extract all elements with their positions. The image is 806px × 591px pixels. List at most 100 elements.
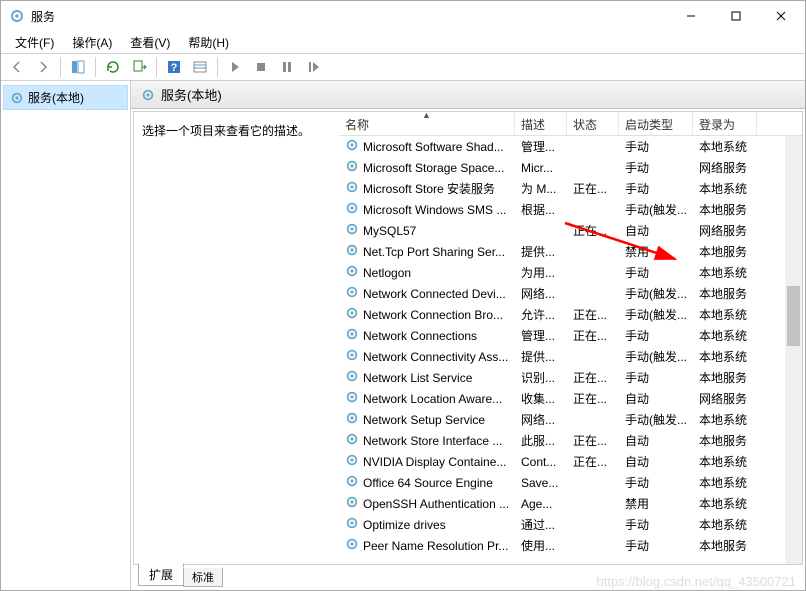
stop-service-button[interactable] xyxy=(249,55,273,79)
cell-name: Microsoft Storage Space... xyxy=(339,159,515,176)
cell-startup: 手动 xyxy=(619,138,693,155)
gear-icon xyxy=(345,495,359,512)
gear-icon xyxy=(345,432,359,449)
cell-desc: 提供... xyxy=(515,348,567,365)
table-row[interactable]: Network Connected Devi...网络...手动(触发...本地… xyxy=(339,283,802,304)
col-logon[interactable]: 登录为 xyxy=(693,112,757,135)
cell-status: 正在... xyxy=(567,390,619,407)
close-button[interactable] xyxy=(758,1,803,31)
service-name: Network Connection Bro... xyxy=(363,308,503,322)
menu-file[interactable]: 文件(F) xyxy=(7,32,62,53)
tab-standard[interactable]: 标准 xyxy=(183,567,223,587)
cell-status: 正在... xyxy=(567,453,619,470)
table-row[interactable]: OpenSSH Authentication ...Age...禁用本地系统 xyxy=(339,493,802,514)
description-panel: 选择一个项目来查看它的描述。 xyxy=(134,112,339,564)
cell-logon: 本地系统 xyxy=(693,264,757,281)
cell-desc: 允许... xyxy=(515,306,567,323)
table-row[interactable]: Peer Name Resolution Pr...使用...手动本地服务 xyxy=(339,535,802,556)
service-name: Optimize drives xyxy=(363,518,446,532)
table-row[interactable]: Network Connections管理...正在...手动本地系统 xyxy=(339,325,802,346)
gear-icon xyxy=(345,516,359,533)
menu-view[interactable]: 查看(V) xyxy=(122,32,178,53)
cell-startup: 手动(触发... xyxy=(619,201,693,218)
cell-desc: 为用... xyxy=(515,264,567,281)
table-row[interactable]: Netlogon为用...手动本地系统 xyxy=(339,262,802,283)
service-name: MySQL57 xyxy=(363,224,416,238)
toolbar: ? xyxy=(1,53,805,81)
table-row[interactable]: MySQL57正在...自动网络服务 xyxy=(339,220,802,241)
vertical-scrollbar[interactable] xyxy=(785,136,802,564)
gear-icon xyxy=(345,264,359,281)
service-rows[interactable]: Microsoft Software Shad...管理...手动本地系统Mic… xyxy=(339,136,802,564)
table-row[interactable]: Microsoft Windows SMS ...根据...手动(触发...本地… xyxy=(339,199,802,220)
cell-name: Network Connections xyxy=(339,327,515,344)
table-row[interactable]: NVIDIA Display Containe...Cont...正在...自动… xyxy=(339,451,802,472)
minimize-button[interactable] xyxy=(668,1,713,31)
start-service-button[interactable] xyxy=(223,55,247,79)
cell-logon: 本地系统 xyxy=(693,474,757,491)
refresh-button[interactable] xyxy=(101,55,125,79)
cell-desc: 使用... xyxy=(515,537,567,554)
cell-desc: 根据... xyxy=(515,201,567,218)
service-name: Network Connected Devi... xyxy=(363,287,506,301)
app-gear-icon xyxy=(9,8,25,24)
service-name: Microsoft Storage Space... xyxy=(363,161,504,175)
restart-service-button[interactable] xyxy=(301,55,325,79)
cell-name: MySQL57 xyxy=(339,222,515,239)
pane-body: 选择一个项目来查看它的描述。 名称▲ 描述 状态 启动类型 登录为 Micros… xyxy=(133,111,803,565)
gear-icon xyxy=(345,306,359,323)
service-name: Netlogon xyxy=(363,266,411,280)
service-name: OpenSSH Authentication ... xyxy=(363,497,509,511)
toolbar-separator xyxy=(95,57,96,77)
nav-forward-button[interactable] xyxy=(31,55,55,79)
cell-desc: 通过... xyxy=(515,516,567,533)
table-row[interactable]: Office 64 Source EngineSave...手动本地系统 xyxy=(339,472,802,493)
nav-back-button[interactable] xyxy=(5,55,29,79)
col-startup[interactable]: 启动类型 xyxy=(619,112,693,135)
cell-startup: 手动 xyxy=(619,369,693,386)
properties-button[interactable] xyxy=(188,55,212,79)
cell-name: Network List Service xyxy=(339,369,515,386)
maximize-button[interactable] xyxy=(713,1,758,31)
table-row[interactable]: Optimize drives通过...手动本地系统 xyxy=(339,514,802,535)
description-text: 选择一个项目来查看它的描述。 xyxy=(142,124,310,138)
cell-name: Microsoft Store 安装服务 xyxy=(339,180,515,197)
table-row[interactable]: Network Setup Service网络...手动(触发...本地系统 xyxy=(339,409,802,430)
col-status[interactable]: 状态 xyxy=(567,112,619,135)
cell-status: 正在... xyxy=(567,432,619,449)
cell-name: Microsoft Software Shad... xyxy=(339,138,515,155)
table-row[interactable]: Network Connection Bro...允许...正在...手动(触发… xyxy=(339,304,802,325)
table-row[interactable]: Network List Service识别...正在...手动本地服务 xyxy=(339,367,802,388)
pause-service-button[interactable] xyxy=(275,55,299,79)
tab-extended[interactable]: 扩展 xyxy=(138,563,184,586)
table-row[interactable]: Net.Tcp Port Sharing Ser...提供...禁用本地服务 xyxy=(339,241,802,262)
cell-startup: 禁用 xyxy=(619,495,693,512)
gear-icon xyxy=(345,537,359,554)
cell-logon: 本地系统 xyxy=(693,495,757,512)
table-row[interactable]: Network Store Interface ...此服...正在...自动本… xyxy=(339,430,802,451)
table-row[interactable]: Microsoft Software Shad...管理...手动本地系统 xyxy=(339,136,802,157)
scrollbar-thumb[interactable] xyxy=(787,286,800,346)
menu-help[interactable]: 帮助(H) xyxy=(180,32,237,53)
gear-icon xyxy=(345,390,359,407)
tree-node-services-local[interactable]: 服务(本地) xyxy=(3,85,128,110)
export-list-button[interactable] xyxy=(127,55,151,79)
col-name[interactable]: 名称▲ xyxy=(339,112,515,135)
help-button[interactable]: ? xyxy=(162,55,186,79)
sort-asc-icon: ▲ xyxy=(422,112,431,120)
cell-logon: 本地系统 xyxy=(693,453,757,470)
main-area: 服务(本地) 服务(本地) 选择一个项目来查看它的描述。 名称▲ 描述 状态 启… xyxy=(1,81,805,590)
col-description[interactable]: 描述 xyxy=(515,112,567,135)
table-row[interactable]: Network Connectivity Ass...提供...手动(触发...… xyxy=(339,346,802,367)
table-row[interactable]: Microsoft Storage Space...Micr...手动网络服务 xyxy=(339,157,802,178)
menu-action[interactable]: 操作(A) xyxy=(64,32,120,53)
show-hide-tree-button[interactable] xyxy=(66,55,90,79)
cell-logon: 本地系统 xyxy=(693,180,757,197)
cell-name: Network Connected Devi... xyxy=(339,285,515,302)
table-row[interactable]: Microsoft Store 安装服务为 M...正在...手动本地系统 xyxy=(339,178,802,199)
gear-icon xyxy=(345,348,359,365)
table-row[interactable]: Network Location Aware...收集...正在...自动网络服… xyxy=(339,388,802,409)
toolbar-separator xyxy=(217,57,218,77)
cell-name: NVIDIA Display Containe... xyxy=(339,453,515,470)
cell-name: OpenSSH Authentication ... xyxy=(339,495,515,512)
